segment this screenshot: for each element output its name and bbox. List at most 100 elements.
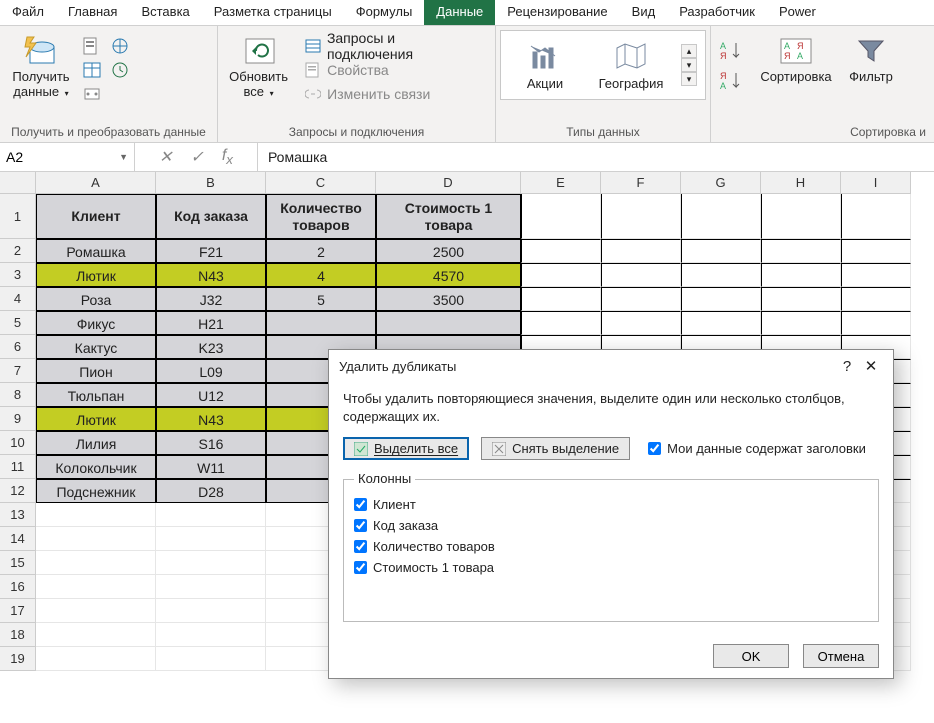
gallery-up[interactable]: ▴ bbox=[681, 44, 697, 58]
accept-formula-icon[interactable]: ✓ bbox=[190, 147, 203, 167]
cell[interactable] bbox=[156, 551, 266, 575]
cell[interactable] bbox=[156, 647, 266, 671]
name-box[interactable]: ▼ bbox=[0, 143, 135, 171]
sort-button[interactable]: АЯЯА Сортировка bbox=[753, 30, 839, 110]
column-checkbox[interactable]: Стоимость 1 товара bbox=[354, 560, 868, 575]
cell[interactable]: W11 bbox=[156, 455, 266, 479]
tab-файл[interactable]: Файл bbox=[0, 0, 56, 25]
col-header-C[interactable]: C bbox=[266, 172, 376, 194]
tab-данные[interactable]: Данные bbox=[424, 0, 495, 25]
header-cell[interactable]: Количество товаров bbox=[266, 194, 376, 239]
cell[interactable]: Роза bbox=[36, 287, 156, 311]
cell[interactable] bbox=[601, 239, 681, 263]
cancel-button[interactable]: Отмена bbox=[803, 644, 879, 668]
cell[interactable] bbox=[376, 311, 521, 335]
properties-item[interactable]: Свойства bbox=[299, 58, 489, 82]
row-header-11[interactable]: 11 bbox=[0, 455, 36, 479]
cell[interactable]: Лилия bbox=[36, 431, 156, 455]
tab-формулы[interactable]: Формулы bbox=[344, 0, 425, 25]
tab-power[interactable]: Power bbox=[767, 0, 828, 25]
cell[interactable] bbox=[601, 311, 681, 335]
cell[interactable] bbox=[841, 194, 911, 239]
from-table-icon[interactable] bbox=[82, 60, 102, 80]
cell[interactable] bbox=[36, 575, 156, 599]
row-header-15[interactable]: 15 bbox=[0, 551, 36, 575]
row-header-6[interactable]: 6 bbox=[0, 335, 36, 359]
ok-button[interactable]: OK bbox=[713, 644, 789, 668]
row-header-12[interactable]: 12 bbox=[0, 479, 36, 503]
gallery-down[interactable]: ▾ bbox=[681, 58, 697, 72]
gallery-more[interactable]: ▾ bbox=[681, 72, 697, 86]
cell[interactable] bbox=[156, 527, 266, 551]
col-header-H[interactable]: H bbox=[761, 172, 841, 194]
tab-рецензирование[interactable]: Рецензирование bbox=[495, 0, 619, 25]
sort-asc-icon[interactable]: АЯ bbox=[717, 38, 747, 62]
cell[interactable] bbox=[521, 287, 601, 311]
cell[interactable] bbox=[36, 599, 156, 623]
row-header-10[interactable]: 10 bbox=[0, 431, 36, 455]
data-types-gallery[interactable]: Акции География ▴ ▾ ▾ bbox=[500, 30, 706, 100]
col-header-I[interactable]: I bbox=[841, 172, 911, 194]
cell[interactable]: Лютик bbox=[36, 263, 156, 287]
header-cell[interactable]: Стоимость 1 товара bbox=[376, 194, 521, 239]
row-header-9[interactable]: 9 bbox=[0, 407, 36, 431]
row-header-19[interactable]: 19 bbox=[0, 647, 36, 671]
deselect-all-button[interactable]: Снять выделение bbox=[481, 437, 630, 460]
column-checkbox[interactable]: Клиент bbox=[354, 497, 868, 512]
cell[interactable] bbox=[761, 287, 841, 311]
cell[interactable] bbox=[761, 194, 841, 239]
row-header-14[interactable]: 14 bbox=[0, 527, 36, 551]
cell[interactable] bbox=[681, 263, 761, 287]
cell[interactable]: F21 bbox=[156, 239, 266, 263]
cell[interactable] bbox=[841, 239, 911, 263]
cell[interactable] bbox=[761, 239, 841, 263]
recent-sources-icon[interactable] bbox=[110, 60, 130, 80]
cell[interactable] bbox=[841, 287, 911, 311]
existing-conn-icon[interactable] bbox=[82, 84, 102, 104]
from-text-icon[interactable] bbox=[82, 36, 102, 56]
row-header-4[interactable]: 4 bbox=[0, 287, 36, 311]
cell[interactable] bbox=[156, 623, 266, 647]
tab-вставка[interactable]: Вставка bbox=[129, 0, 201, 25]
cell[interactable]: U12 bbox=[156, 383, 266, 407]
row-header-3[interactable]: 3 bbox=[0, 263, 36, 287]
name-box-input[interactable] bbox=[6, 149, 128, 165]
col-header-F[interactable]: F bbox=[601, 172, 681, 194]
select-all-button[interactable]: Выделить все bbox=[343, 437, 469, 460]
row-header-5[interactable]: 5 bbox=[0, 311, 36, 335]
chevron-down-icon[interactable]: ▼ bbox=[119, 152, 128, 162]
header-cell[interactable]: Код заказа bbox=[156, 194, 266, 239]
tab-разработчик[interactable]: Разработчик bbox=[667, 0, 767, 25]
cell[interactable]: Тюльпан bbox=[36, 383, 156, 407]
cell[interactable] bbox=[841, 311, 911, 335]
from-web-icon[interactable] bbox=[110, 36, 130, 56]
cell[interactable]: L09 bbox=[156, 359, 266, 383]
cell[interactable]: Колокольчик bbox=[36, 455, 156, 479]
cell[interactable]: 4570 bbox=[376, 263, 521, 287]
stocks-type[interactable]: Акции bbox=[509, 40, 581, 91]
cell[interactable] bbox=[36, 647, 156, 671]
cell[interactable]: K23 bbox=[156, 335, 266, 359]
cell[interactable] bbox=[601, 194, 681, 239]
sort-desc-icon[interactable]: ЯА bbox=[717, 68, 747, 92]
filter-button[interactable]: Фильтр bbox=[841, 30, 901, 110]
row-header-7[interactable]: 7 bbox=[0, 359, 36, 383]
fx-icon[interactable]: fx bbox=[222, 147, 233, 167]
row-header-8[interactable]: 8 bbox=[0, 383, 36, 407]
cell[interactable]: Подснежник bbox=[36, 479, 156, 503]
geography-type[interactable]: География bbox=[595, 40, 667, 91]
cell[interactable]: H21 bbox=[156, 311, 266, 335]
row-header-2[interactable]: 2 bbox=[0, 239, 36, 263]
formula-input[interactable]: Ромашка bbox=[258, 149, 934, 165]
col-header-B[interactable]: B bbox=[156, 172, 266, 194]
cell[interactable] bbox=[36, 551, 156, 575]
row-header-1[interactable]: 1 bbox=[0, 194, 36, 239]
cell[interactable] bbox=[681, 311, 761, 335]
cell[interactable] bbox=[681, 287, 761, 311]
select-all-corner[interactable] bbox=[0, 172, 36, 194]
cell[interactable] bbox=[681, 239, 761, 263]
cell[interactable] bbox=[156, 599, 266, 623]
cell[interactable] bbox=[761, 311, 841, 335]
cell[interactable] bbox=[841, 263, 911, 287]
cell[interactable]: 3500 bbox=[376, 287, 521, 311]
